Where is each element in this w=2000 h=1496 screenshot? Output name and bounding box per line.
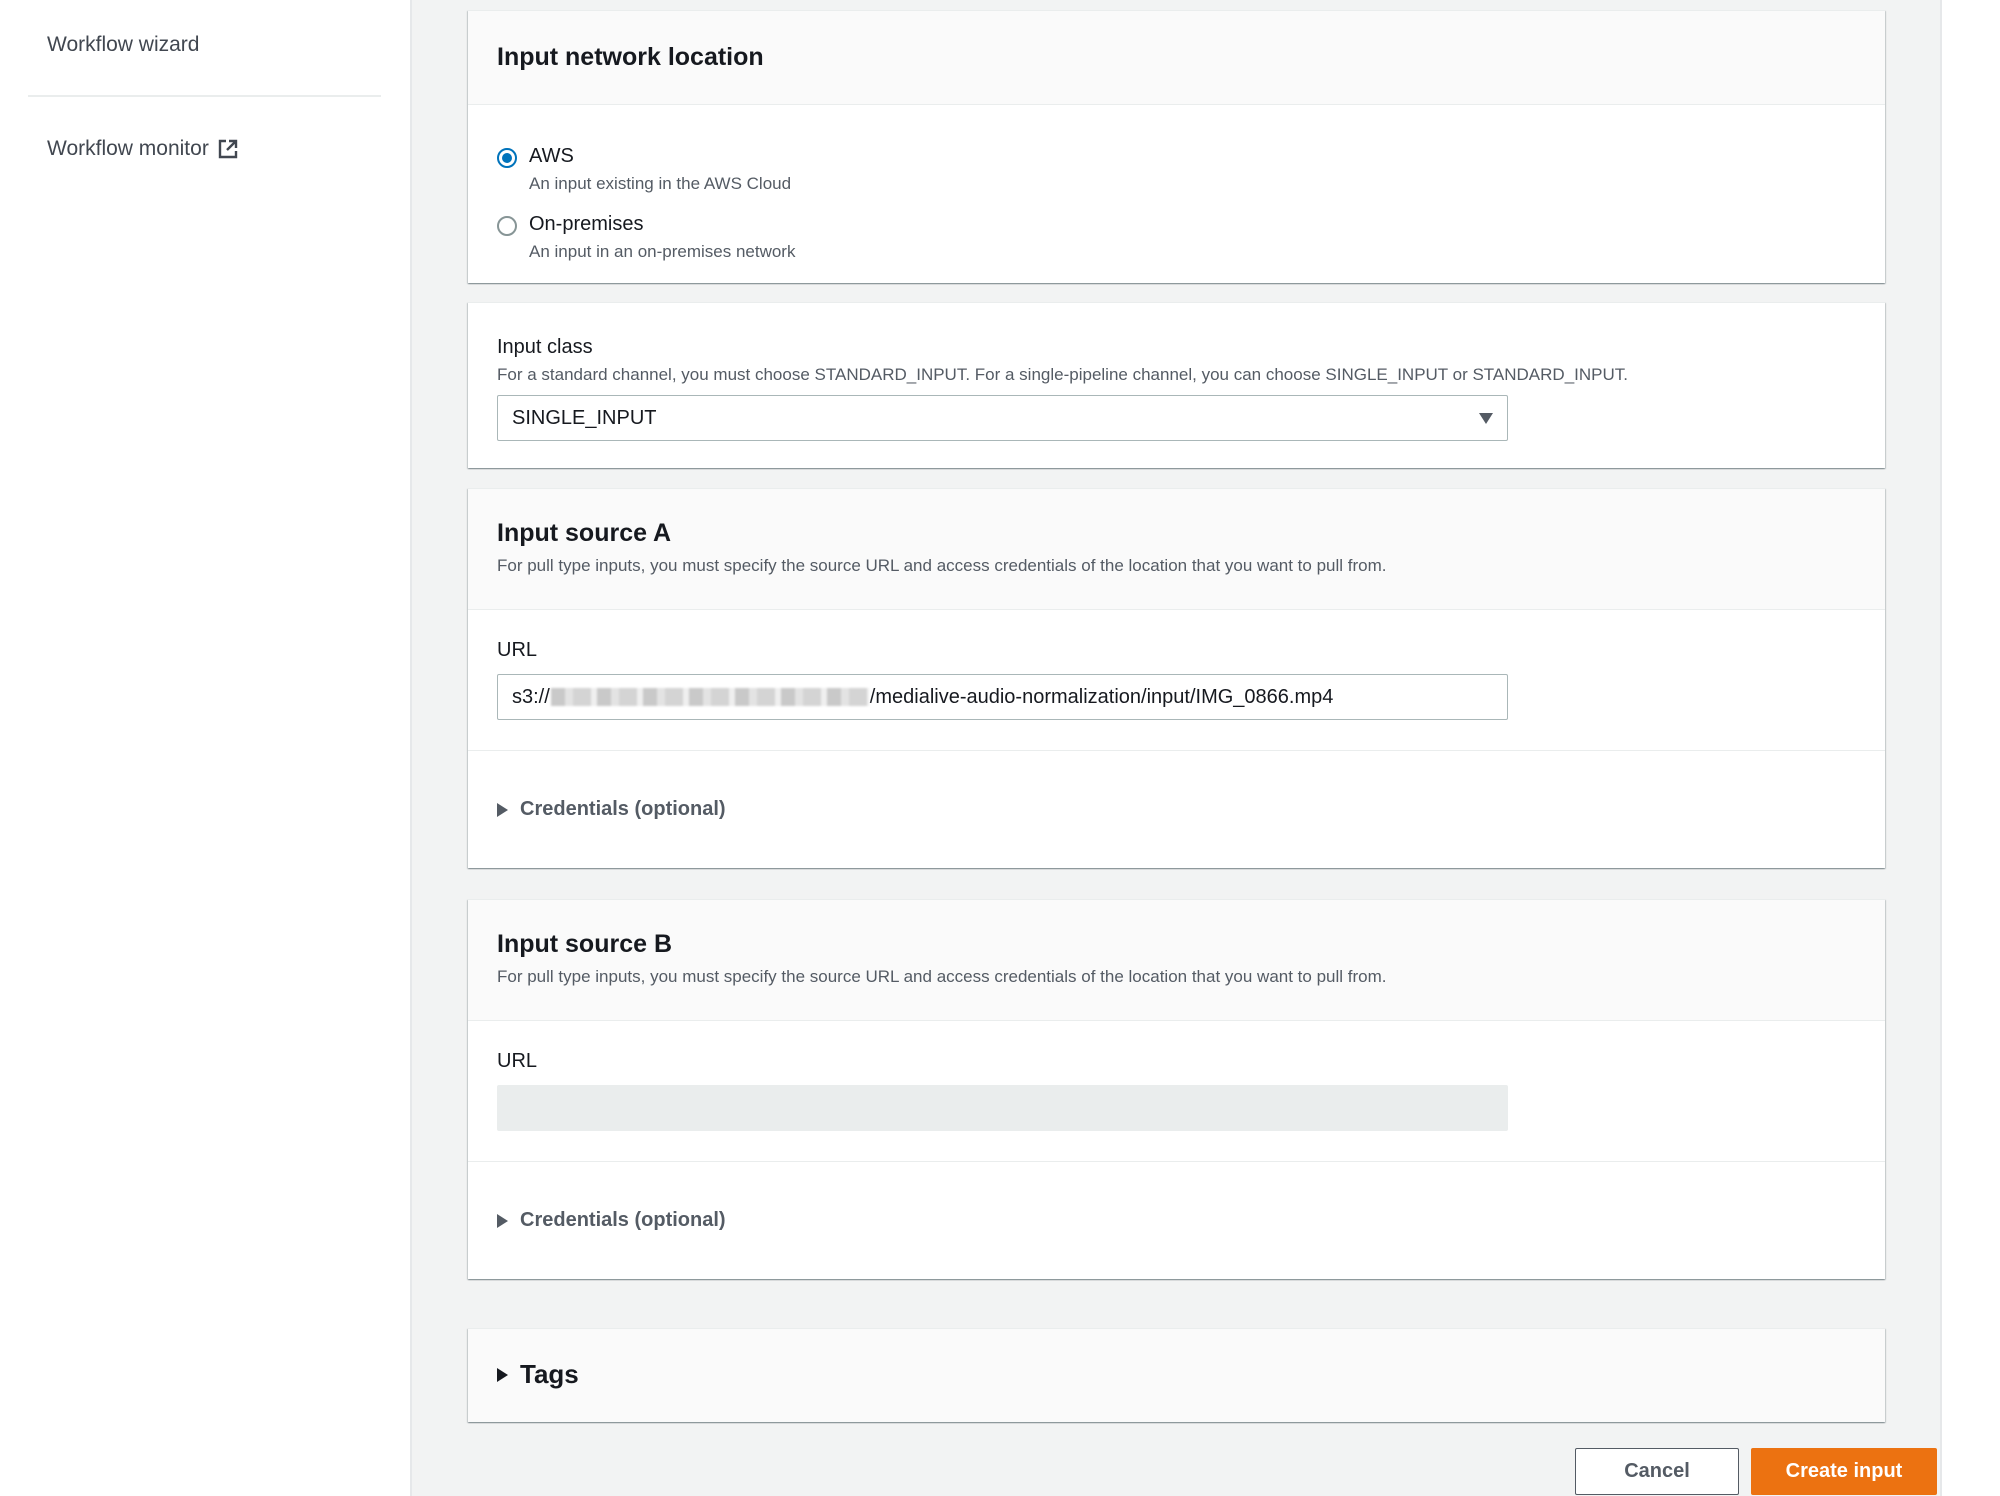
url-label: URL: [497, 1050, 538, 1072]
sidebar: Workflow wizard Workflow monitor: [0, 0, 412, 1496]
radio-on-premises[interactable]: [497, 216, 517, 236]
panel-header: Input source B For pull type inputs, you…: [468, 900, 1885, 1021]
cancel-button[interactable]: Cancel: [1575, 1448, 1739, 1495]
panel-title: Input source A: [497, 519, 672, 547]
tags-panel: Tags: [468, 1328, 1885, 1422]
panel-header: Input network location: [468, 11, 1885, 105]
credentials-expander-a[interactable]: Credentials (optional): [497, 798, 726, 821]
credentials-section: Credentials (optional): [468, 750, 1885, 868]
create-input-button[interactable]: Create input: [1751, 1448, 1937, 1495]
caret-right-icon: [497, 1213, 508, 1228]
url-field-section: URL: [468, 1021, 1885, 1161]
tags-expander[interactable]: Tags: [497, 1359, 579, 1390]
input-class-select[interactable]: SINGLE_INPUT: [497, 395, 1508, 441]
caret-right-icon: [497, 1367, 508, 1382]
panel-header: Input source A For pull type inputs, you…: [468, 489, 1885, 610]
radio-option-on-premises[interactable]: On-premises An input in an on-premises n…: [497, 213, 795, 262]
panel-description: For pull type inputs, you must specify t…: [497, 556, 1387, 575]
panel-description: For pull type inputs, you must specify t…: [497, 967, 1387, 986]
sidebar-item-workflow-monitor[interactable]: Workflow monitor: [47, 137, 239, 161]
redacted-bucket-name: [550, 688, 869, 706]
url-input-a[interactable]: s3:// /medialive-audio-normalization/inp…: [497, 674, 1508, 720]
panel-body: AWS An input existing in the AWS Cloud O…: [468, 105, 1885, 283]
sidebar-item-label: Workflow monitor: [47, 137, 209, 160]
radio-aws[interactable]: [497, 148, 517, 168]
sidebar-divider: [28, 95, 381, 97]
radio-description: An input existing in the AWS Cloud: [529, 174, 792, 193]
input-class-label: Input class: [497, 336, 593, 358]
sidebar-item-label: Workflow wizard: [47, 33, 200, 56]
caret-right-icon: [497, 802, 508, 817]
radio-option-aws[interactable]: AWS An input existing in the AWS Cloud: [497, 145, 791, 194]
network-location-panel: Input network location AWS An input exis…: [468, 10, 1885, 283]
input-class-description: For a standard channel, you must choose …: [497, 365, 1628, 384]
credentials-label: Credentials (optional): [520, 1209, 726, 1231]
radio-label: On-premises: [529, 213, 644, 235]
tags-label: Tags: [520, 1359, 579, 1389]
select-value: SINGLE_INPUT: [512, 406, 657, 429]
radio-description: An input in an on-premises network: [529, 242, 796, 261]
credentials-label: Credentials (optional): [520, 798, 726, 820]
chevron-down-icon: [1479, 412, 1493, 424]
url-suffix: /medialive-audio-normalization/input/IMG…: [869, 685, 1334, 708]
url-field-section: URL s3:// /medialive-audio-normalization…: [468, 610, 1885, 750]
input-source-a-panel: Input source A For pull type inputs, you…: [468, 488, 1885, 868]
right-rail: [1940, 0, 2000, 1496]
radio-label: AWS: [529, 145, 574, 167]
credentials-section: Credentials (optional): [468, 1161, 1885, 1279]
url-label: URL: [497, 639, 538, 661]
url-prefix: s3://: [512, 685, 550, 708]
input-class-field-header: Input class For a standard channel, you …: [497, 336, 1628, 385]
url-input-b[interactable]: [497, 1085, 1508, 1131]
input-class-panel: Input class For a standard channel, you …: [468, 302, 1885, 468]
panel-title: Input source B: [497, 930, 673, 958]
sidebar-item-workflow-wizard[interactable]: Workflow wizard: [47, 33, 199, 57]
page: Workflow wizard Workflow monitor Input n…: [0, 0, 2000, 1496]
credentials-expander-b[interactable]: Credentials (optional): [497, 1209, 726, 1232]
input-source-b-panel: Input source B For pull type inputs, you…: [468, 899, 1885, 1279]
external-link-icon: [218, 139, 238, 159]
panel-title: Input network location: [497, 43, 764, 71]
